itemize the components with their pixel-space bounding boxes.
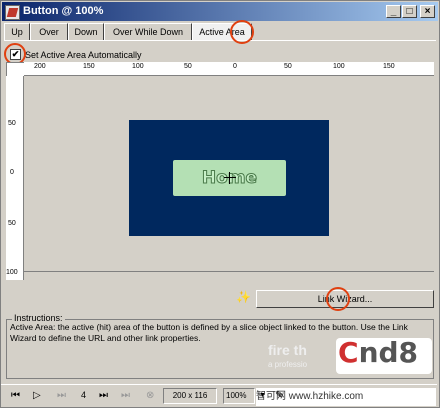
fireworks-app-icon	[5, 5, 20, 20]
stop-icon[interactable]: ⊗	[146, 390, 154, 401]
cnd8-logo: Cnd8	[338, 336, 418, 369]
zoom-select[interactable]: 100%	[223, 388, 255, 404]
ruler-label: 100	[132, 63, 144, 70]
maximize-button[interactable]: □	[402, 5, 417, 18]
crosshair-cursor-icon	[224, 172, 236, 184]
tab-up[interactable]: Up	[4, 23, 30, 41]
tab-down[interactable]: Down	[68, 23, 104, 41]
zoom-dropdown-icon[interactable]: ▼	[259, 392, 266, 399]
title-bar[interactable]: Button @ 100% _ □ ×	[2, 2, 438, 21]
ruler-label: 150	[83, 63, 95, 70]
ruler-label: 0	[10, 169, 14, 176]
play-icon[interactable]: ▷	[33, 390, 41, 401]
ruler-label: 50	[184, 63, 192, 70]
cnd8-logo-c: C	[338, 336, 359, 369]
ruler-label: 50	[284, 63, 292, 70]
ruler-label: 100	[6, 269, 18, 276]
vertical-ruler: 50 0 50 100	[6, 76, 24, 280]
minimize-button[interactable]: _	[386, 5, 401, 18]
window-title: Button @ 100%	[23, 5, 104, 17]
pencil-icon[interactable]: ✎	[275, 390, 283, 401]
ruler-label: 150	[383, 63, 395, 70]
next-frame-icon[interactable]: ⏭	[99, 390, 108, 401]
status-bar: ⏮ ▷ ⏭ 4 ⏭ ⏭ ⊗ 200 x 116 100% ▼ ✎	[1, 384, 437, 407]
ruler-label: 0	[233, 63, 237, 70]
watermark-fire-text: fire th	[268, 342, 307, 358]
annotation-circle-link-wizard	[326, 287, 350, 311]
close-button[interactable]: ×	[420, 5, 435, 18]
tab-strip: Up Over Down Over While Down Active Area	[4, 23, 436, 41]
first-frame-icon[interactable]: ⏮	[11, 390, 20, 401]
magic-wand-icon: ✨	[236, 290, 251, 304]
ruler-label: 100	[333, 63, 345, 70]
tab-over[interactable]: Over	[30, 23, 68, 41]
frame-number: 4	[81, 390, 87, 400]
horizontal-ruler: 200 150 100 50 0 50 100 150	[24, 62, 434, 76]
cnd8-logo-rest: nd8	[358, 336, 419, 369]
last-frame-icon[interactable]: ⏭	[121, 390, 130, 401]
watermark-sub-text: a professio	[268, 360, 308, 369]
canvas-size-field: 200 x 116	[163, 388, 217, 404]
prev-frame-icon[interactable]: ⏭	[57, 390, 66, 401]
annotation-circle-tab	[230, 20, 254, 44]
horizontal-scrollbar[interactable]	[24, 271, 434, 280]
auto-active-area-label: Set Active Area Automatically	[25, 50, 142, 60]
ruler-label: 50	[8, 120, 16, 127]
tab-divider	[4, 40, 436, 41]
ruler-label: 50	[8, 220, 16, 227]
tab-over-while-down[interactable]: Over While Down	[104, 23, 192, 41]
ruler-label: 200	[34, 63, 46, 70]
